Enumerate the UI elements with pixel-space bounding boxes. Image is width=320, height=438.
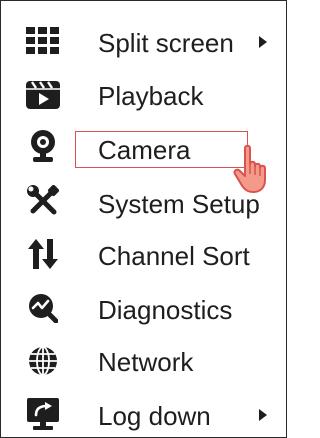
grid-icon [23,21,63,61]
globe-icon [23,341,63,381]
menu-item-network[interactable]: Network [1,337,285,387]
menu-item-split-screen[interactable]: Split screen [1,17,285,67]
menu-label-playback: Playback [98,81,204,111]
menu-label-channel-sort: Channel Sort [98,241,250,271]
chevron-right-icon [259,36,267,48]
hand-pointer-icon [233,144,273,194]
menu-item-diagnostics[interactable]: Diagnostics [1,284,285,334]
chevron-right-icon [259,409,267,421]
menu-label-network: Network [98,347,194,377]
menu-item-playback[interactable]: Playback [1,71,285,121]
context-menu: Split screen Playback Camera System Setu… [0,0,287,438]
menu-label-log-down: Log down [98,401,211,431]
clapperboard-icon [23,75,63,115]
menu-label-system-setup: System Setup [98,189,260,219]
webcam-icon [23,126,63,166]
logout-monitor-icon [23,394,63,434]
sort-arrows-icon [23,234,63,274]
menu-label-split-screen: Split screen [98,28,234,58]
menu-item-channel-sort[interactable]: Channel Sort [1,231,285,281]
camera-highlight-frame [75,131,248,168]
tools-icon [23,181,63,221]
menu-item-log-down[interactable]: Log down [1,390,285,438]
menu-label-diagnostics: Diagnostics [98,295,233,325]
diagnostics-icon [23,288,63,328]
